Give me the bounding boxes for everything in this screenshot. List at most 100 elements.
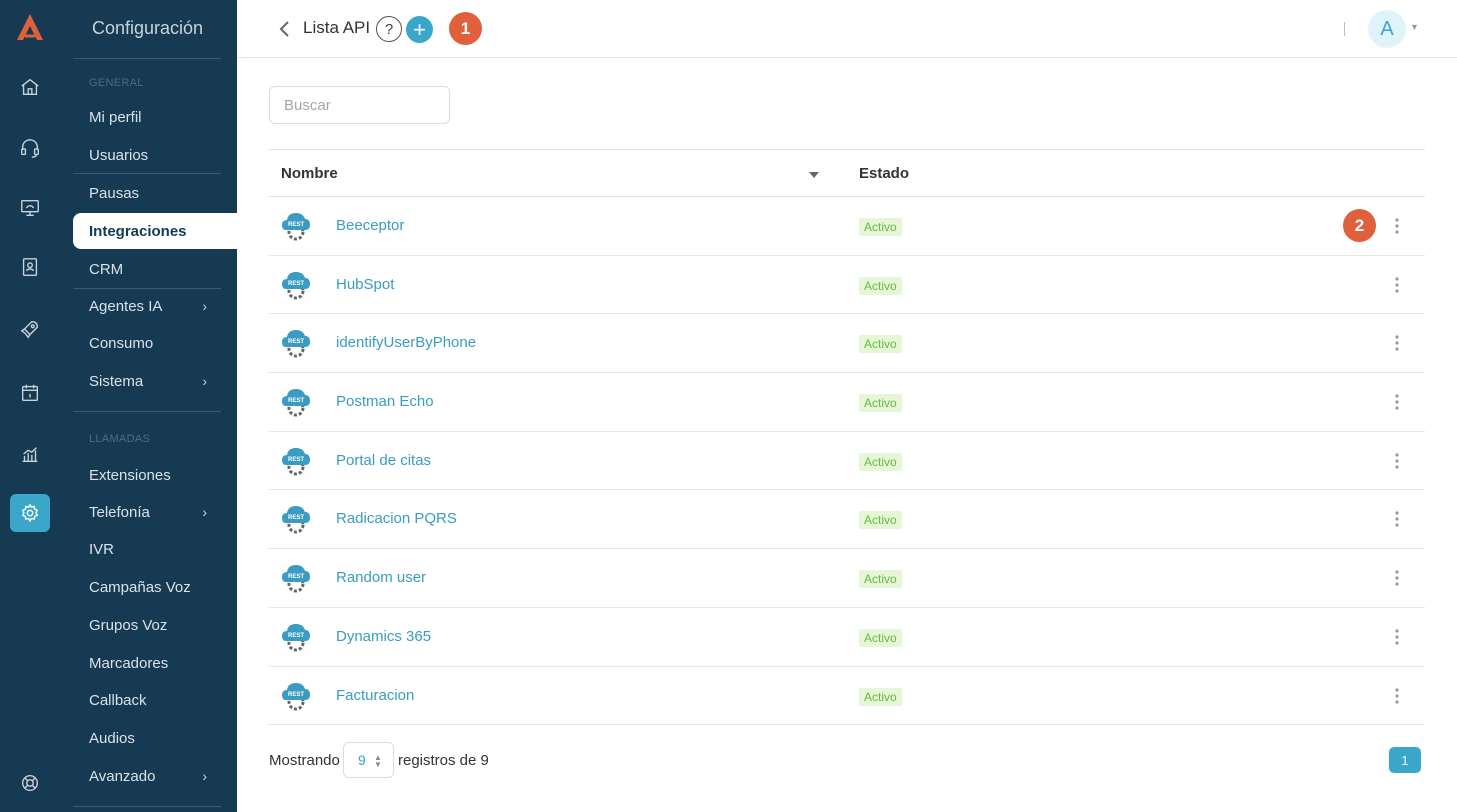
svg-text:REST: REST xyxy=(288,515,304,521)
sidebar-item-label: Sistema xyxy=(89,372,144,390)
sidebar-item-pausas[interactable]: Pausas xyxy=(73,175,237,211)
api-name-link[interactable]: Random user xyxy=(336,569,426,586)
sidebar-item-label: Consumo xyxy=(89,334,154,352)
svg-text:REST: REST xyxy=(288,692,304,698)
sidebar-item-grupos-voz[interactable]: Grupos Voz xyxy=(73,607,237,643)
sidebar-item-consumo[interactable]: Consumo xyxy=(73,325,237,361)
chevron-right-icon: › xyxy=(202,373,207,389)
settings-sidebar: Configuración GENERAL Mi perfil Usuarios… xyxy=(60,0,237,812)
contacts-book-icon[interactable] xyxy=(10,248,50,286)
app-logo-icon[interactable] xyxy=(14,12,46,44)
more-options-icon[interactable] xyxy=(1391,509,1403,529)
sidebar-item-audios[interactable]: Audios xyxy=(73,720,237,756)
section-label-general: GENERAL xyxy=(89,77,144,89)
table-header: Nombre Estado xyxy=(269,149,1425,197)
calendar-icon[interactable] xyxy=(10,374,50,412)
api-name-link[interactable]: Dynamics 365 xyxy=(336,628,431,645)
rest-cloud-icon: REST xyxy=(282,389,310,417)
sidebar-item-label: Extensiones xyxy=(89,466,171,484)
support-lifebuoy-icon[interactable] xyxy=(10,764,50,802)
page-size-value: 9 xyxy=(358,752,366,768)
sidebar-item-agentes-ia[interactable]: Agentes IA › xyxy=(73,288,237,324)
api-name-link[interactable]: identifyUserByPhone xyxy=(336,334,476,351)
svg-text:REST: REST xyxy=(288,457,304,463)
help-button[interactable]: ? xyxy=(376,16,402,42)
rest-cloud-icon: REST xyxy=(282,330,310,358)
status-badge: Activo xyxy=(859,335,902,354)
back-arrow-icon[interactable] xyxy=(275,18,295,40)
api-name-link[interactable]: Facturacion xyxy=(336,687,414,704)
more-options-icon[interactable] xyxy=(1391,275,1403,295)
sidebar-item-usuarios[interactable]: Usuarios xyxy=(73,137,237,173)
sidebar-item-campanas-voz[interactable]: Campañas Voz xyxy=(73,569,237,605)
sidebar-item-integraciones[interactable]: Integraciones xyxy=(73,213,237,249)
chevron-right-icon: › xyxy=(202,298,207,314)
status-badge: Activo xyxy=(859,218,902,236)
pagination-page-button[interactable]: 1 xyxy=(1389,747,1421,773)
sidebar-item-label: Audios xyxy=(89,729,135,747)
column-header-nombre[interactable]: Nombre xyxy=(281,165,338,182)
sidebar-item-label: Mi perfil xyxy=(89,108,142,126)
sidebar-item-label: Campañas Voz xyxy=(89,578,191,596)
settings-gear-icon[interactable] xyxy=(10,494,50,532)
table-row: REST Portal de citas Activo xyxy=(269,432,1425,491)
table-row: REST Radicacion PQRS Activo xyxy=(269,490,1425,550)
more-options-icon[interactable] xyxy=(1391,568,1403,588)
rocket-icon[interactable] xyxy=(10,310,50,348)
rest-cloud-icon: REST xyxy=(282,682,310,710)
add-api-button[interactable]: + xyxy=(406,16,433,43)
status-badge: Activo xyxy=(859,452,902,471)
home-icon[interactable] xyxy=(10,68,50,106)
more-options-icon[interactable] xyxy=(1391,627,1403,647)
user-avatar[interactable]: A xyxy=(1368,10,1406,48)
sidebar-item-label: Marcadores xyxy=(89,654,169,672)
page-size-select[interactable]: 9 ▲ ▼ xyxy=(343,742,394,778)
sidebar-item-extensiones[interactable]: Extensiones xyxy=(73,457,237,493)
headset-icon[interactable] xyxy=(10,129,50,167)
svg-text:REST: REST xyxy=(288,222,304,228)
more-options-icon[interactable] xyxy=(1391,451,1403,471)
sidebar-item-avanzado[interactable]: Avanzado › xyxy=(73,758,237,794)
rest-cloud-icon: REST xyxy=(282,213,310,241)
more-options-icon[interactable] xyxy=(1391,686,1403,706)
monitor-icon[interactable] xyxy=(10,189,50,227)
sidebar-item-label: Avanzado xyxy=(89,767,156,785)
svg-text:REST: REST xyxy=(288,339,304,345)
table-row: REST Beeceptor Activo xyxy=(269,197,1425,256)
records-label: registros de 9 xyxy=(398,752,489,769)
table-row: REST Random user Activo xyxy=(269,549,1425,608)
section-label-llamadas: LLAMADAS xyxy=(89,433,151,445)
table-row: REST Facturacion Activo xyxy=(269,667,1425,726)
column-header-estado[interactable]: Estado xyxy=(859,165,909,182)
search-input[interactable] xyxy=(269,86,450,124)
api-name-link[interactable]: Radicacion PQRS xyxy=(336,510,457,527)
sidebar-item-ivr[interactable]: IVR xyxy=(73,531,237,567)
rest-cloud-icon: REST xyxy=(282,565,310,593)
api-name-link[interactable]: Beeceptor xyxy=(336,217,404,234)
sidebar-item-crm[interactable]: CRM xyxy=(73,251,237,287)
api-name-link[interactable]: HubSpot xyxy=(336,276,394,293)
icon-rail xyxy=(0,0,60,812)
more-options-icon[interactable] xyxy=(1391,392,1403,412)
more-options-icon[interactable] xyxy=(1391,216,1403,236)
api-name-link[interactable]: Postman Echo xyxy=(336,393,434,410)
divider xyxy=(1344,22,1345,36)
sidebar-item-label: Agentes IA xyxy=(89,297,163,315)
sidebar-item-marcadores[interactable]: Marcadores xyxy=(73,645,237,681)
rest-cloud-icon: REST xyxy=(282,623,310,652)
status-badge: Activo xyxy=(859,394,902,413)
sidebar-item-mi-perfil[interactable]: Mi perfil xyxy=(73,99,237,135)
divider xyxy=(73,173,221,174)
analytics-icon[interactable] xyxy=(10,435,50,473)
api-name-link[interactable]: Portal de citas xyxy=(336,452,431,469)
sidebar-item-telefonia[interactable]: Telefonía › xyxy=(73,494,237,530)
more-options-icon[interactable] xyxy=(1391,333,1403,353)
sidebar-item-sistema[interactable]: Sistema › xyxy=(73,363,237,399)
svg-text:REST: REST xyxy=(288,398,304,404)
sidebar-item-callback[interactable]: Callback xyxy=(73,682,237,718)
sidebar-item-label: IVR xyxy=(89,540,115,558)
table-row: REST Postman Echo Activo xyxy=(269,373,1425,432)
sort-caret-icon[interactable] xyxy=(809,172,819,178)
caret-down-icon[interactable]: ▼ xyxy=(1410,22,1419,32)
status-badge: Activo xyxy=(859,511,902,530)
